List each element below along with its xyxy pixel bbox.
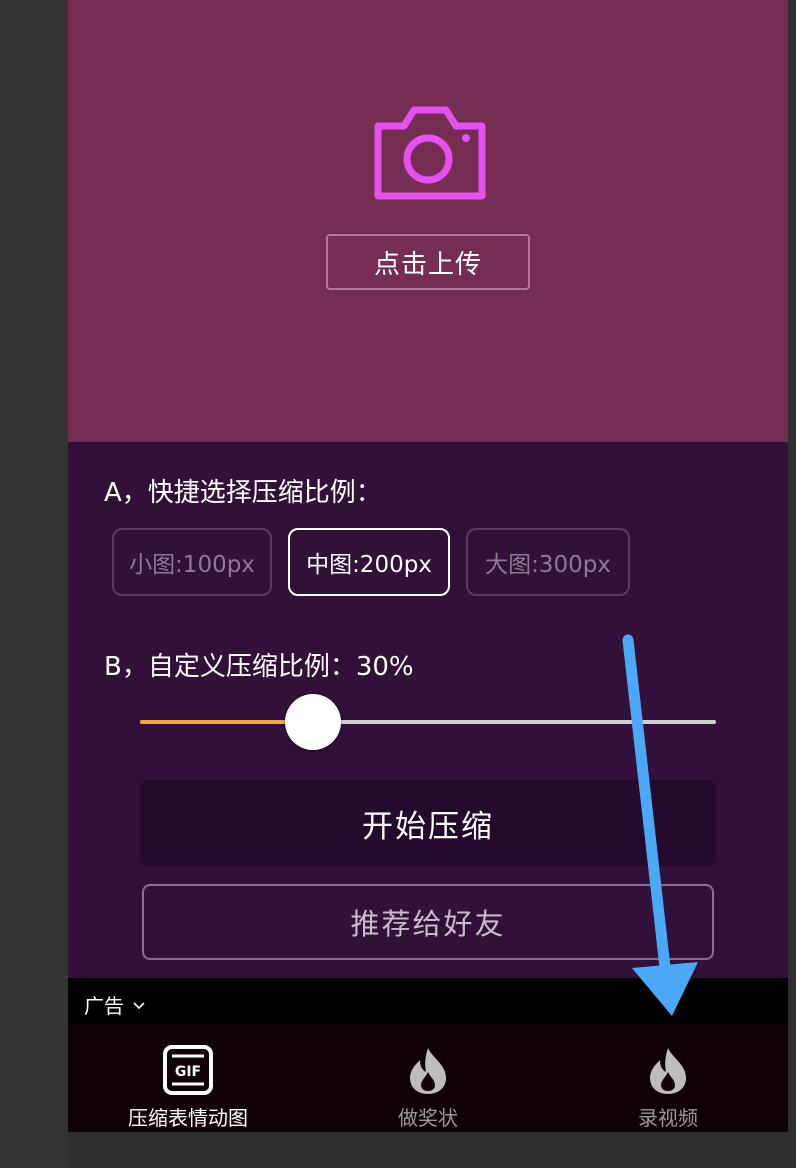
compression-slider[interactable]: [140, 690, 716, 754]
desktop-left-panel: [0, 0, 68, 1168]
quick-ratio-title: A，快捷选择压缩比例：: [104, 478, 382, 508]
slider-thumb[interactable]: [284, 694, 341, 750]
upload-area[interactable]: 点击上传: [68, 0, 788, 442]
app-screen: 点击上传 A，快捷选择压缩比例： 小图:100px 中图:200px 大图:30…: [68, 0, 788, 1132]
camera-icon[interactable]: [370, 104, 490, 202]
tab-record-video[interactable]: 录视频: [548, 1024, 788, 1132]
ad-dropdown[interactable]: 广告: [84, 990, 146, 1019]
tab-label: 压缩表情动图: [128, 1106, 248, 1130]
svg-text:GIF: GIF: [175, 1064, 201, 1080]
chevron-down-icon: [133, 1001, 145, 1009]
desktop-background: 点击上传 A，快捷选择压缩比例： 小图:100px 中图:200px 大图:30…: [0, 0, 796, 1168]
preset-medium-button[interactable]: 中图:200px: [288, 528, 450, 596]
start-compress-button[interactable]: 开始压缩: [140, 780, 716, 866]
tab-compress-gif[interactable]: GIF 压缩表情动图: [68, 1024, 308, 1132]
flame-icon: [650, 1048, 686, 1094]
custom-ratio-title: B，自定义压缩比例：30%: [104, 652, 414, 682]
flame-icon: [410, 1048, 446, 1094]
bottom-tab-bar: GIF 压缩表情动图 做奖状 录视频: [68, 1024, 788, 1132]
preset-large-button[interactable]: 大图:300px: [466, 528, 630, 596]
tab-label: 录视频: [638, 1106, 698, 1130]
ad-bar: 广告: [68, 978, 788, 1024]
tab-label: 做奖状: [398, 1106, 458, 1130]
upload-button[interactable]: 点击上传: [326, 234, 530, 290]
share-to-friends-button[interactable]: 推荐给好友: [142, 884, 714, 960]
tab-make-certificate[interactable]: 做奖状: [308, 1024, 548, 1132]
ad-label: 广告: [84, 994, 124, 1018]
preset-small-button[interactable]: 小图:100px: [112, 528, 272, 596]
gif-icon: GIF: [163, 1045, 213, 1095]
